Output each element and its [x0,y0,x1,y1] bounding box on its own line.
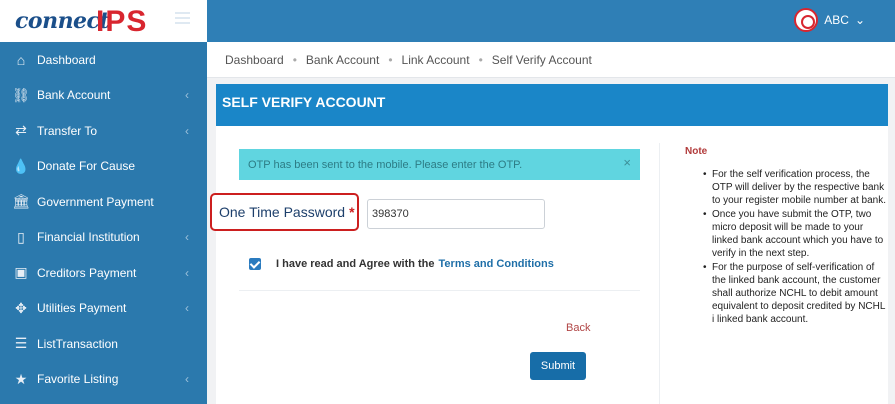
list-icon: ☰ [14,335,28,352]
logo-connect-text: connect [15,8,110,34]
sidebar-item-donate-for-cause[interactable]: 💧 Donate For Cause [0,149,207,185]
sidebar-item-favorite-listing[interactable]: ★ Favorite Listing ‹ [0,362,207,398]
top-bar: connect IPS ABC ⌄ [0,0,895,42]
sidebar-item-transfer-to[interactable]: ⇄ Transfer To ‹ [0,113,207,149]
note-panel: Note For the self verification process, … [673,145,886,327]
sidebar-item-label: ListTransaction [37,336,118,351]
sidebar-item-label: Bank Account [37,88,111,103]
breadcrumb-dashboard[interactable]: Dashboard [225,53,284,67]
breadcrumb-self-verify-account: Self Verify Account [491,52,592,67]
back-link[interactable]: Back [566,322,590,334]
close-icon[interactable]: × [623,155,631,170]
star-icon: ★ [14,370,28,387]
sidebar-item-label: Transfer To [37,123,98,138]
sidebar-item-label: Donate For Cause [37,159,136,174]
required-mark: * [349,204,355,220]
otp-input[interactable]: 398370 [367,199,545,229]
column-divider [659,143,660,404]
user-name: ABC [824,13,849,27]
chevron-left-icon: ‹ [185,230,189,245]
move-icon: ✥ [15,299,27,316]
transfer-icon: ⇄ [15,122,27,139]
sidebar-item-financial-institution[interactable]: ▯ Financial Institution ‹ [0,220,207,256]
sidebar-item-creditors-payment[interactable]: ▣ Creditors Payment ‹ [0,255,207,291]
sidebar: ⌂ Dashboard ⛓ Bank Account ‹ ⇄ Transfer … [0,42,207,404]
user-avatar-icon [794,8,819,32]
chevron-left-icon: ‹ [185,301,189,316]
otp-sent-alert: OTP has been sent to the mobile. Please … [239,149,640,180]
breadcrumb-link-account[interactable]: Link Account [402,53,470,67]
chevron-left-icon: ‹ [185,123,189,138]
user-menu[interactable]: ABC ⌄ [794,8,865,32]
connectips-logo[interactable]: connect IPS [0,0,207,42]
terms-checkbox[interactable] [249,258,261,270]
note-list: For the self verification process, the O… [673,168,886,326]
breadcrumb-bank-account[interactable]: Bank Account [306,53,379,67]
note-item: Once you have submit the OTP, two micro … [673,208,886,260]
sidebar-item-list-transaction[interactable]: ☰ ListTransaction [0,326,207,362]
hamburger-menu-icon[interactable] [175,12,190,24]
money-icon: ▣ [14,264,28,281]
breadcrumb-separator: • [478,52,483,67]
chevron-left-icon: ‹ [185,265,189,280]
breadcrumb-separator: • [292,52,297,67]
bank-building-icon: 🏛 [12,193,30,210]
sidebar-item-label: Utilities Payment [37,301,127,316]
home-icon: ⌂ [16,51,26,68]
agree-text: I have read and Agree with the [276,258,435,270]
sidebar-item-utilities-payment[interactable]: ✥ Utilities Payment ‹ [0,291,207,327]
submit-button[interactable]: Submit [530,352,586,380]
chevron-left-icon: ‹ [185,372,189,387]
sidebar-item-label: Government Payment [37,194,154,209]
page-title: SELF VERIFY ACCOUNT [216,84,888,126]
link-icon: ⛓ [12,86,30,103]
terms-link[interactable]: Terms and Conditions [439,258,554,270]
sidebar-item-government-payment[interactable]: 🏛 Government Payment [0,184,207,220]
chart-icon: ▯ [17,228,25,245]
sidebar-item-label: Financial Institution [37,230,140,245]
otp-label: One Time Password * [210,193,359,231]
sidebar-item-label: Favorite Listing [37,372,119,387]
logo-ips-text: IPS [96,5,148,38]
sidebar-item-label: Dashboard [37,52,96,67]
chevron-left-icon: ‹ [185,88,189,103]
breadcrumb: Dashboard • Bank Account • Link Account … [207,42,895,78]
sidebar-item-bank-account[interactable]: ⛓ Bank Account ‹ [0,78,207,114]
chevron-down-icon: ⌄ [854,13,865,27]
breadcrumb-separator: • [388,52,393,67]
divider [239,290,640,291]
drop-icon: 💧 [12,157,30,174]
note-item: For the purpose of self-verification of … [673,261,886,326]
alert-text: OTP has been sent to the mobile. Please … [248,159,523,171]
sidebar-item-dashboard[interactable]: ⌂ Dashboard [0,42,207,78]
otp-label-text: One Time Password [219,204,346,220]
note-item: For the self verification process, the O… [673,168,886,207]
note-title: Note [685,146,708,157]
terms-agreement: I have read and Agree with the Terms and… [249,258,554,270]
sidebar-item-label: Creditors Payment [37,265,137,280]
